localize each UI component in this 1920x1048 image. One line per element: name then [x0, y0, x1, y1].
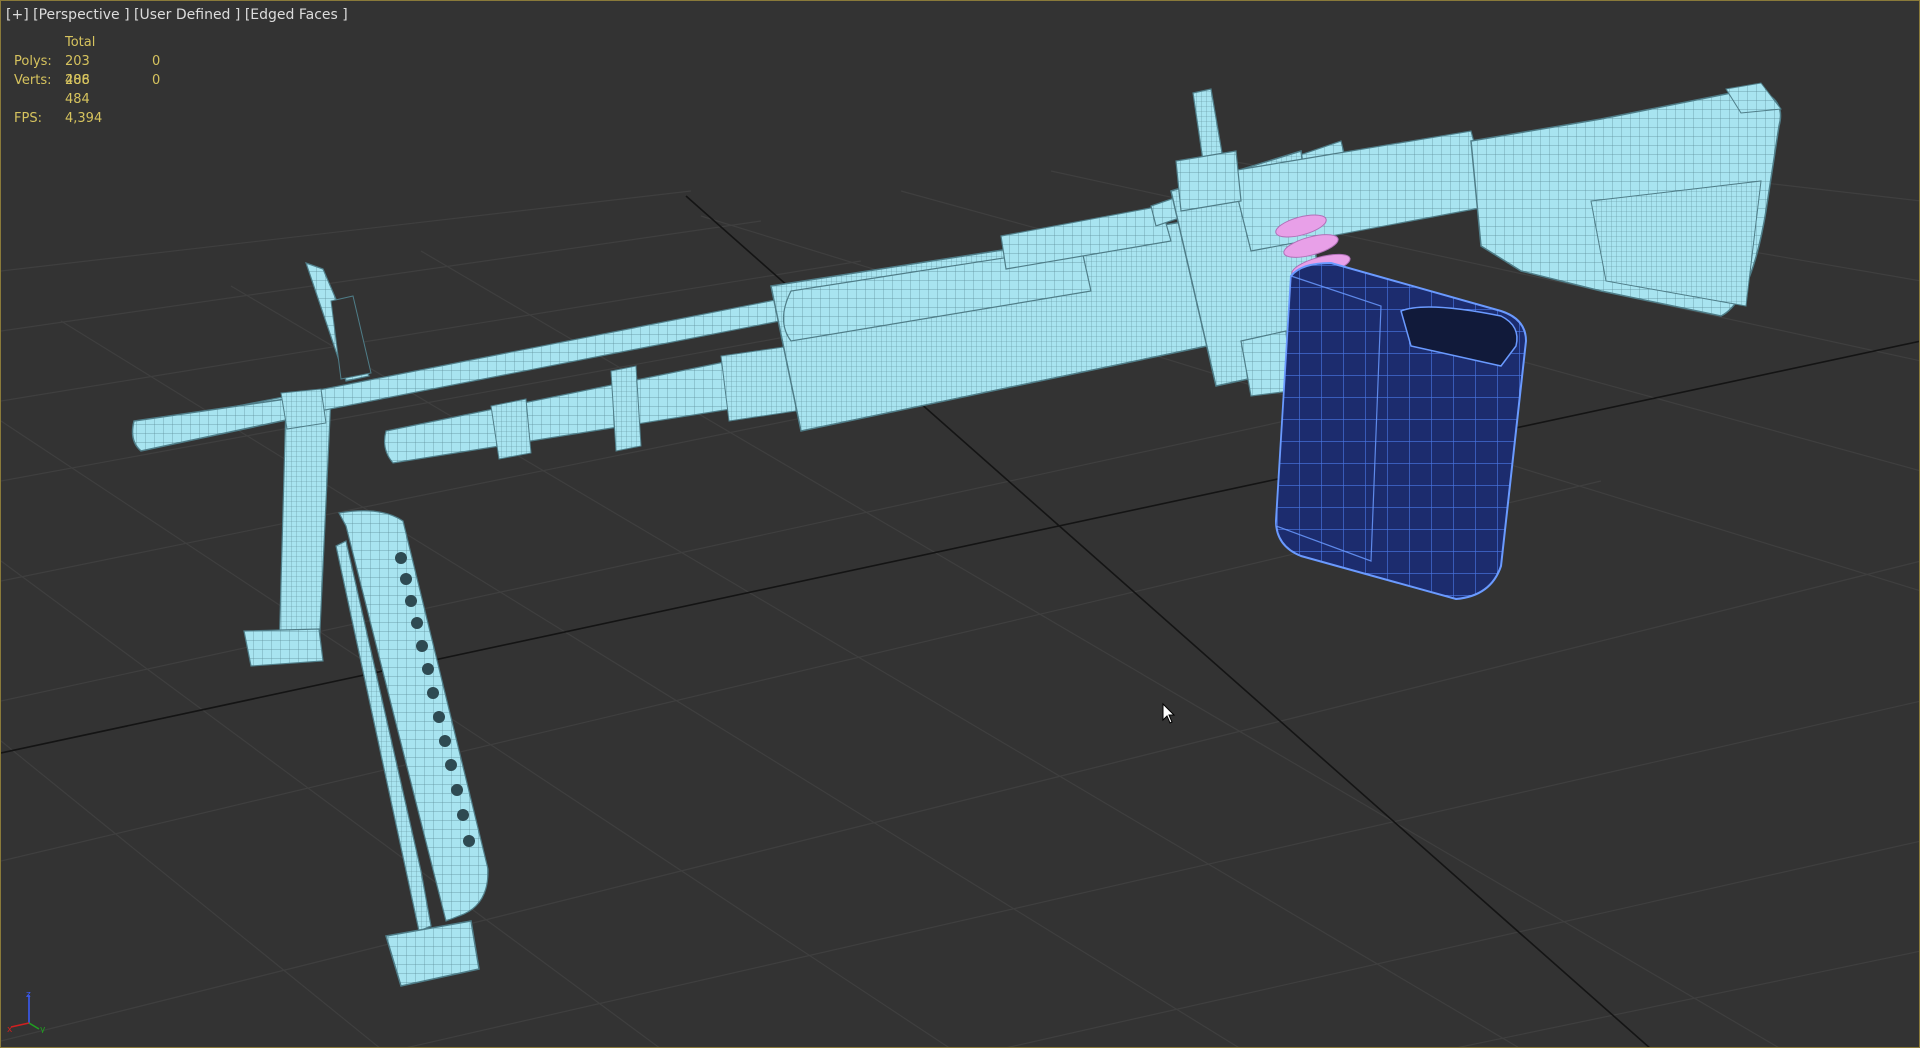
mouse-cursor-icon	[1162, 702, 1176, 724]
front-sight	[305, 262, 372, 382]
stats-polys-label: Polys:	[14, 54, 52, 69]
viewport-shading-label[interactable]: [User Defined ]	[134, 7, 240, 23]
stats-verts-label: Verts:	[14, 73, 52, 88]
bipod-right-leg	[335, 510, 489, 987]
handguard	[770, 215, 1232, 432]
axis-x-label: x	[7, 1025, 13, 1033]
stats-fps-label: FPS:	[14, 111, 42, 126]
axis-tripod-icon: z x y	[7, 990, 46, 1033]
viewport-label-bar: [+] [Perspective ] [User Defined ] [Edge…	[6, 7, 348, 23]
buttstock	[1470, 82, 1782, 317]
axis-y-label: y	[40, 1025, 46, 1033]
rear-sight	[1175, 88, 1242, 212]
stats-total-header: Total	[65, 35, 96, 50]
viewport-point-of-view-label[interactable]: [Perspective ]	[33, 7, 129, 23]
stats-verts-selected: 0	[152, 73, 161, 88]
stats-polys-selected: 0	[152, 54, 161, 69]
bipod-left-leg	[243, 395, 332, 667]
ammo-box-selected	[1274, 261, 1528, 601]
axis-z-label: z	[26, 990, 31, 1000]
stats-fps-value: 4,394	[65, 111, 103, 126]
viewport-menu-plus[interactable]: [+]	[6, 7, 29, 23]
viewport-perspective[interactable]: [+] [Perspective ] [User Defined ] [Edge…	[0, 0, 1920, 1048]
stats-verts-total: 208 484	[65, 73, 90, 107]
viewport-edged-faces-label[interactable]: [Edged Faces ]	[245, 7, 348, 23]
scene-canvas[interactable]	[1, 1, 1920, 1048]
